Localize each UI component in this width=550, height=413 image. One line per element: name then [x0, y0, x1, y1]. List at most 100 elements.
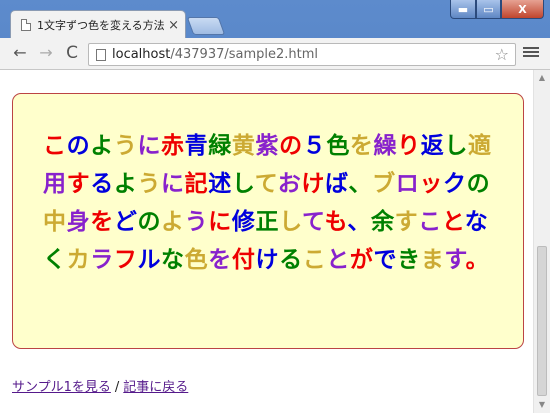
colored-char: ５	[302, 133, 327, 159]
colored-char: こ	[43, 133, 67, 159]
new-tab-button[interactable]	[186, 17, 226, 35]
footer-links: サンプル1を見る / 記事に戻る	[12, 376, 188, 395]
tab-title: 1文字ずつ色を変える方法(サ	[37, 19, 165, 32]
colored-char: し	[444, 133, 468, 159]
minimize-button[interactable]: ▬	[450, 0, 476, 19]
colored-char: ロ	[395, 171, 420, 197]
colored-char: 黄	[231, 133, 256, 159]
colored-char: を	[90, 209, 114, 235]
colored-char: 赤	[161, 133, 185, 159]
vertical-scrollbar[interactable]: ▲ ▼	[533, 70, 550, 413]
maximize-button[interactable]: ▭	[476, 0, 501, 19]
colored-char: の	[137, 209, 162, 235]
colored-char: ル	[137, 247, 162, 273]
scroll-down-icon[interactable]: ▼	[534, 397, 550, 413]
document-icon	[96, 48, 106, 61]
colored-char: て	[254, 171, 278, 197]
colored-char: す	[66, 171, 91, 197]
colored-char: 適	[467, 133, 492, 159]
colored-char: て	[302, 209, 325, 235]
colored-char: す	[444, 247, 466, 273]
url-host: localhost	[112, 47, 171, 62]
colored-char: カ	[66, 247, 91, 273]
colored-char: を	[349, 133, 374, 159]
colored-char: の	[466, 171, 491, 197]
colored-char: 繰	[373, 133, 398, 159]
title-bar: ▬ ▭ X 1文字ずつ色を変える方法(サ ×	[0, 0, 550, 39]
scroll-up-icon[interactable]: ▲	[534, 70, 550, 86]
colored-char: お	[277, 171, 302, 197]
window-controls: ▬ ▭ X	[450, 0, 544, 20]
menu-icon[interactable]	[523, 45, 539, 61]
bookmark-star-icon[interactable]: ☆	[495, 45, 509, 64]
colored-char: う	[113, 133, 138, 159]
colored-char: ま	[420, 247, 445, 273]
colored-char: よ	[113, 171, 138, 197]
colored-char: 返	[420, 133, 445, 159]
colored-char: く	[43, 247, 67, 273]
tab-close-icon[interactable]: ×	[168, 18, 179, 33]
colored-char: な	[161, 247, 185, 273]
colored-char: を	[208, 247, 232, 273]
colored-char: け	[301, 171, 325, 197]
colored-char: 用	[43, 171, 67, 197]
colored-char: で	[373, 247, 398, 273]
colored-char: よ	[161, 209, 185, 235]
colored-char: ラ	[90, 247, 114, 273]
colored-char: 色	[326, 133, 350, 159]
colored-char: き	[397, 247, 421, 273]
back-to-article-link[interactable]: 記事に戻る	[123, 380, 188, 395]
colored-char: ク	[442, 171, 467, 197]
colored-char: に	[137, 133, 162, 159]
browser-toolbar: ← → C localhost/437937/sample2.html ☆	[0, 38, 550, 70]
link-separator: /	[114, 380, 120, 395]
colored-char: し	[279, 209, 303, 235]
colored-char: 色	[184, 247, 209, 273]
close-window-button[interactable]: X	[501, 0, 544, 19]
colored-char: の	[66, 133, 91, 159]
colored-char: 青	[184, 133, 209, 159]
colored-char: う	[184, 209, 209, 235]
colored-char: も	[324, 209, 348, 235]
colored-char: こ	[418, 209, 442, 235]
colored-char: ど	[113, 209, 138, 235]
colored-char: と	[441, 209, 465, 235]
colored-char: り	[397, 133, 421, 159]
colored-char: 、	[348, 171, 373, 197]
colored-char: に	[208, 209, 232, 235]
colored-char: 、	[347, 209, 371, 235]
colored-char: の	[279, 133, 303, 159]
colored-char: フ	[113, 247, 138, 273]
forward-button[interactable]: →	[36, 43, 56, 63]
colored-char: が	[349, 247, 374, 273]
sample1-link[interactable]: サンプル1を見る	[12, 380, 111, 395]
colored-char: よ	[90, 133, 114, 159]
colored-char: 緑	[208, 133, 232, 159]
colored-text: このように赤青緑黄紫の５色を繰り返し適用するように記述しておけば、ブロックの中身…	[43, 127, 495, 279]
colored-char: す	[394, 209, 419, 235]
colored-char: 修	[231, 209, 256, 235]
colored-char: 正	[255, 209, 280, 235]
colored-char: ば	[324, 171, 349, 197]
reload-button[interactable]: C	[62, 43, 82, 63]
browser-tab[interactable]: 1文字ずつ色を変える方法(サ ×	[10, 10, 186, 39]
colored-char: 中	[43, 209, 67, 235]
browser-window: ▬ ▭ X 1文字ずつ色を変える方法(サ × ← → C localhost/4…	[0, 0, 550, 413]
colored-char: な	[464, 209, 489, 235]
page-viewport: このように赤青緑黄紫の５色を繰り返し適用するように記述しておけば、ブロックの中身…	[0, 70, 550, 413]
colored-char: け	[255, 247, 280, 273]
colored-char: 。	[465, 247, 490, 273]
colored-char: ブ	[372, 171, 396, 197]
back-button[interactable]: ←	[10, 43, 30, 63]
colored-char: と	[326, 247, 350, 273]
colored-char: る	[90, 171, 114, 197]
scroll-thumb[interactable]	[537, 246, 547, 396]
colored-char: に	[161, 171, 185, 197]
colored-char: う	[137, 171, 162, 197]
url-path: /437937/sample2.html	[170, 47, 319, 62]
page-icon	[21, 19, 31, 31]
colored-char: 身	[66, 209, 91, 235]
address-bar[interactable]: localhost/437937/sample2.html ☆	[88, 43, 516, 66]
colored-char: 付	[231, 247, 256, 273]
colored-text-box: このように赤青緑黄紫の５色を繰り返し適用するように記述しておけば、ブロックの中身…	[12, 93, 524, 349]
